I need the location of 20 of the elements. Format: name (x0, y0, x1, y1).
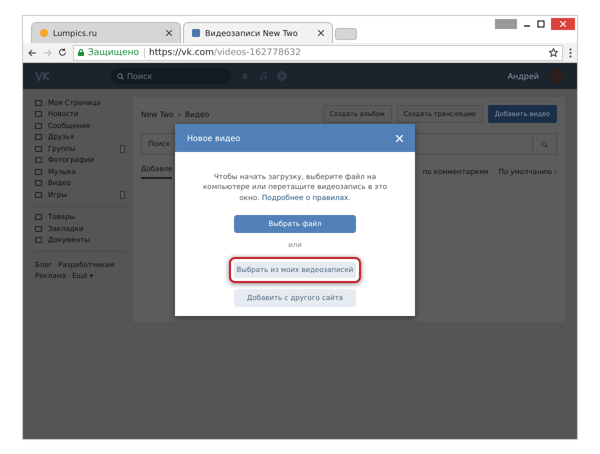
reload-icon[interactable] (58, 48, 67, 57)
menu-icon[interactable] (569, 48, 572, 58)
favicon-icon (40, 29, 48, 37)
maximize-icon[interactable] (537, 20, 545, 28)
search-icon (117, 72, 124, 80)
back-icon[interactable] (28, 48, 37, 56)
close-icon (560, 21, 566, 27)
dialog-title: Новое видео (187, 134, 240, 142)
browser-tab[interactable]: Видеозаписи New Two (183, 22, 333, 43)
close-icon[interactable] (318, 30, 324, 36)
search-field[interactable]: Поиск (111, 68, 231, 84)
browser-tab[interactable]: Lumpics.ru (31, 22, 181, 43)
language-indicator (495, 19, 517, 29)
lock-icon (78, 49, 84, 56)
user-name[interactable]: Андрей (508, 72, 539, 80)
close-icon[interactable] (166, 30, 172, 36)
window-close-button[interactable] (551, 18, 575, 30)
address-bar[interactable]: Защищено https://vk.com/videos-162778632 (73, 44, 563, 60)
star-icon[interactable] (549, 48, 558, 57)
favicon-icon (192, 29, 200, 37)
